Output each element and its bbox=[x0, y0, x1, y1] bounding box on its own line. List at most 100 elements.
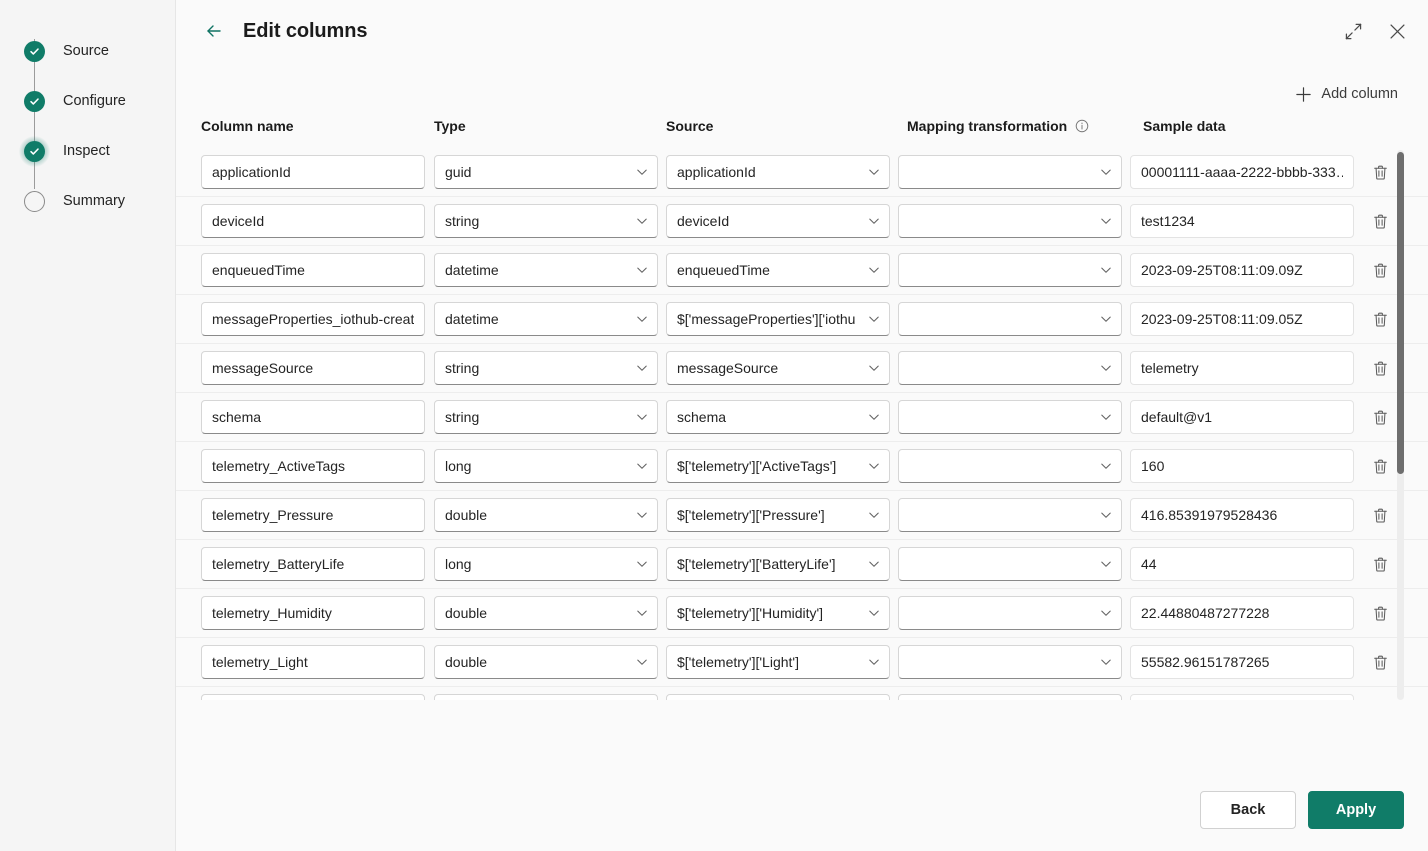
column-name-input[interactable] bbox=[201, 694, 425, 700]
sample-data-value-cell: 22.44880487277228 bbox=[1130, 596, 1354, 630]
type-select[interactable]: double bbox=[434, 596, 658, 630]
mapping-transformation-select[interactable] bbox=[898, 155, 1122, 189]
delete-row-button[interactable] bbox=[1368, 601, 1392, 625]
source-select[interactable]: schema bbox=[666, 400, 890, 434]
column-name-input-text: telemetry_Humidity bbox=[212, 605, 332, 621]
apply-button[interactable]: Apply bbox=[1308, 790, 1404, 829]
column-name-input-cell: telemetry_Pressure bbox=[201, 498, 425, 532]
wizard-step-configure[interactable]: Configure bbox=[0, 76, 175, 126]
type-select[interactable]: double bbox=[434, 645, 658, 679]
source-select-cell: $['telemetry']['Humidity'] bbox=[666, 596, 890, 630]
delete-row-button[interactable] bbox=[1368, 307, 1392, 331]
back-button[interactable]: Back bbox=[1200, 790, 1296, 829]
delete-row-button[interactable] bbox=[1368, 160, 1392, 184]
source-select[interactable]: $['telemetry']['BatteryLife'] bbox=[666, 547, 890, 581]
info-icon[interactable] bbox=[1074, 119, 1089, 134]
mapping-transformation-select[interactable] bbox=[898, 400, 1122, 434]
column-name-input[interactable]: telemetry_ActiveTags bbox=[201, 449, 425, 483]
mapping-transformation-select[interactable] bbox=[898, 694, 1122, 700]
delete-row-button[interactable] bbox=[1368, 405, 1392, 429]
source-select[interactable]: applicationId bbox=[666, 155, 890, 189]
mapping-transformation-select[interactable] bbox=[898, 498, 1122, 532]
column-name-input[interactable]: deviceId bbox=[201, 204, 425, 238]
chevron-down-icon bbox=[1097, 555, 1115, 573]
column-name-input-text: messageSource bbox=[212, 360, 314, 376]
source-select[interactable] bbox=[666, 694, 890, 700]
mapping-transformation-select[interactable] bbox=[898, 204, 1122, 238]
column-name-input[interactable]: applicationId bbox=[201, 155, 425, 189]
source-select[interactable]: $['telemetry']['Pressure'] bbox=[666, 498, 890, 532]
column-name-input[interactable]: messageSource bbox=[201, 351, 425, 385]
type-select[interactable]: datetime bbox=[434, 302, 658, 336]
column-name-input[interactable]: telemetry_Humidity bbox=[201, 596, 425, 630]
column-name-input-cell: messageProperties_iothub-creat bbox=[201, 302, 425, 336]
sample-data-value: telemetry bbox=[1130, 351, 1354, 385]
mapping-transformation-select[interactable] bbox=[898, 547, 1122, 581]
mapping-transformation-select[interactable] bbox=[898, 645, 1122, 679]
chevron-down-icon bbox=[1097, 261, 1115, 279]
column-name-input[interactable]: enqueuedTime bbox=[201, 253, 425, 287]
chevron-down-icon bbox=[865, 506, 883, 524]
column-name-input[interactable]: telemetry_Light bbox=[201, 645, 425, 679]
source-select[interactable]: enqueuedTime bbox=[666, 253, 890, 287]
column-name-input[interactable]: telemetry_Pressure bbox=[201, 498, 425, 532]
delete-row-button[interactable] bbox=[1368, 552, 1392, 576]
sample-data-value-cell: test1234 bbox=[1130, 204, 1354, 238]
delete-row-button[interactable] bbox=[1368, 258, 1392, 282]
column-name-input[interactable]: schema bbox=[201, 400, 425, 434]
type-select[interactable]: guid bbox=[434, 155, 658, 189]
table-scrollbar-thumb[interactable] bbox=[1397, 152, 1404, 474]
wizard-step-label: Configure bbox=[63, 93, 126, 109]
type-select-cell: double bbox=[434, 596, 658, 630]
type-select[interactable]: string bbox=[434, 351, 658, 385]
type-select[interactable]: datetime bbox=[434, 253, 658, 287]
source-select[interactable]: $['telemetry']['Humidity'] bbox=[666, 596, 890, 630]
column-name-input[interactable]: messageProperties_iothub-creat bbox=[201, 302, 425, 336]
expand-diagonal-icon[interactable] bbox=[1338, 16, 1368, 46]
panel-footer: Back Apply bbox=[176, 768, 1428, 851]
mapping-transformation-select[interactable] bbox=[898, 351, 1122, 385]
wizard-step-summary[interactable]: Summary bbox=[0, 176, 175, 226]
source-select[interactable]: $['telemetry']['Light'] bbox=[666, 645, 890, 679]
column-name-input-text: telemetry_BatteryLife bbox=[212, 556, 345, 572]
mapping-transformation-select[interactable] bbox=[898, 596, 1122, 630]
column-name-input[interactable]: telemetry_BatteryLife bbox=[201, 547, 425, 581]
wizard-step-source[interactable]: Source bbox=[0, 26, 175, 76]
back-arrow-icon[interactable] bbox=[203, 20, 225, 42]
delete-row-button[interactable] bbox=[1368, 209, 1392, 233]
close-icon[interactable] bbox=[1382, 16, 1412, 46]
sample-data-value: 2023-09-25T08:11:09.05Z bbox=[1130, 302, 1354, 336]
source-select[interactable]: messageSource bbox=[666, 351, 890, 385]
table-scrollbar-track[interactable] bbox=[1397, 150, 1404, 700]
column-name-input-text: messageProperties_iothub-creat bbox=[212, 311, 414, 327]
source-select-text: enqueuedTime bbox=[677, 262, 770, 278]
delete-row-button[interactable] bbox=[1368, 650, 1392, 674]
step-check-icon bbox=[24, 90, 45, 112]
mapping-transformation-select[interactable] bbox=[898, 253, 1122, 287]
type-select[interactable]: string bbox=[434, 204, 658, 238]
type-select[interactable]: double bbox=[434, 498, 658, 532]
type-select[interactable]: long bbox=[434, 449, 658, 483]
mapping-transformation-select-cell bbox=[898, 498, 1122, 532]
type-select[interactable] bbox=[434, 694, 658, 700]
delete-row-button[interactable] bbox=[1368, 454, 1392, 478]
chevron-down-icon bbox=[633, 310, 651, 328]
mapping-transformation-select-cell bbox=[898, 449, 1122, 483]
type-select[interactable]: long bbox=[434, 547, 658, 581]
mapping-transformation-select[interactable] bbox=[898, 449, 1122, 483]
type-select[interactable]: string bbox=[434, 400, 658, 434]
source-select-cell bbox=[666, 694, 890, 700]
add-column-button[interactable]: Add column bbox=[1289, 82, 1404, 107]
mapping-transformation-select[interactable] bbox=[898, 302, 1122, 336]
wizard-step-inspect[interactable]: Inspect bbox=[0, 126, 175, 176]
source-select[interactable]: $['telemetry']['ActiveTags'] bbox=[666, 449, 890, 483]
delete-row-button[interactable] bbox=[1368, 356, 1392, 380]
source-select-text: deviceId bbox=[677, 213, 730, 229]
sample-data-value-cell: 2023-09-25T08:11:09.05Z bbox=[1130, 302, 1354, 336]
chevron-down-icon bbox=[633, 555, 651, 573]
source-select[interactable]: $['messageProperties']['iothu bbox=[666, 302, 890, 336]
type-select-text: long bbox=[445, 458, 472, 474]
column-name-input-text: telemetry_ActiveTags bbox=[212, 458, 346, 474]
delete-row-button[interactable] bbox=[1368, 503, 1392, 527]
source-select[interactable]: deviceId bbox=[666, 204, 890, 238]
